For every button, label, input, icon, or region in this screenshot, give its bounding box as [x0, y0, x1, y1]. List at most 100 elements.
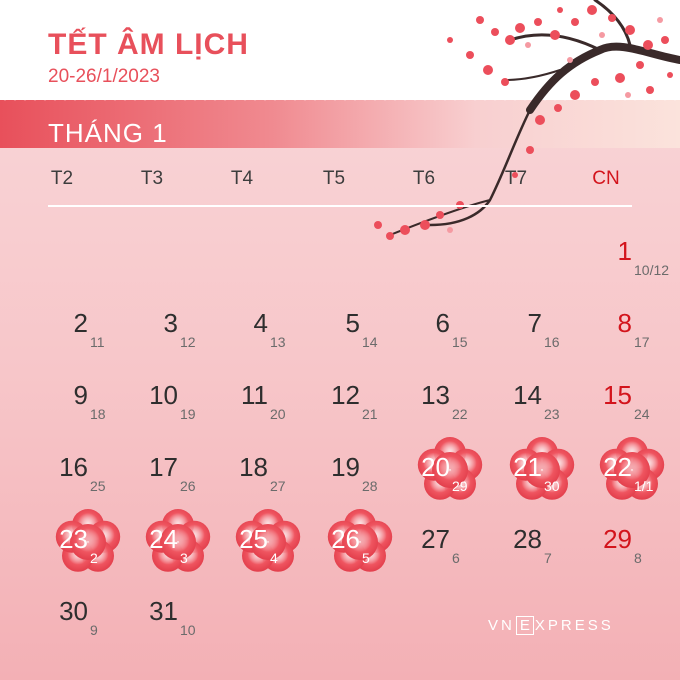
lunar-date: 30 [544, 478, 560, 494]
calendar-day-8: 8 17 [592, 308, 672, 368]
lunar-date: 28 [362, 478, 378, 494]
lunar-date: 5 [362, 550, 370, 566]
calendar-day-11: 11 20 [228, 380, 308, 440]
day-number: 13 [421, 380, 450, 410]
day-number: 14 [513, 380, 542, 410]
day-number: 31 [149, 596, 178, 626]
day-number: 6 [435, 308, 450, 338]
day-number: 1 [617, 236, 632, 266]
calendar-day-17: 17 26 [138, 452, 218, 512]
weekday-t2: T2 [50, 168, 74, 189]
lunar-date: 7 [544, 550, 552, 566]
calendar-day-13: 13 22 [410, 380, 490, 440]
page-subtitle: 20-26/1/2023 [48, 66, 160, 87]
day-number: 12 [331, 380, 360, 410]
day-number: 19 [331, 452, 360, 482]
calendar-day-10: 10 19 [138, 380, 218, 440]
day-number: 24 [149, 524, 178, 554]
day-number: 23 [59, 524, 88, 554]
lunar-date: 13 [270, 334, 286, 350]
day-number: 20 [421, 452, 450, 482]
day-number: 7 [527, 308, 542, 338]
lunar-date: 4 [270, 550, 278, 566]
day-number: 11 [241, 380, 268, 410]
lunar-date: 19 [180, 406, 196, 422]
lunar-date: 9 [90, 622, 98, 638]
weekday-t6: T6 [412, 168, 436, 189]
calendar-day-5: 5 14 [320, 308, 400, 368]
calendar-day-18: 18 27 [228, 452, 308, 512]
calendar-day-16: 16 25 [48, 452, 128, 512]
day-number: 8 [617, 308, 632, 338]
weekday-t7: T7 [504, 168, 528, 189]
header-divider [48, 205, 632, 207]
calendar-day-29: 29 8 [592, 524, 672, 584]
calendar-day-30: 30 9 [48, 596, 128, 656]
calendar-day-4: 4 13 [228, 308, 308, 368]
lunar-date: 24 [634, 406, 650, 422]
calendar-day-22: 22 1/1 [592, 437, 672, 512]
day-number: 5 [345, 308, 360, 338]
month-label: THÁNG 1 [48, 118, 168, 148]
calendar-day-20: 20 29 [410, 437, 490, 512]
calendar-day-26: 26 5 [320, 509, 400, 584]
calendar-day-24: 24 3 [138, 509, 218, 584]
day-number: 21 [513, 452, 542, 482]
calendar-day-15: 15 24 [592, 380, 672, 440]
lunar-date: 21 [362, 406, 378, 422]
weekday-cn: CN [592, 168, 620, 189]
day-number: 22 [603, 452, 632, 482]
calendar-day-27: 27 6 [410, 524, 490, 584]
lunar-date: 11 [90, 334, 105, 350]
day-number: 26 [331, 524, 360, 554]
day-number: 15 [603, 380, 632, 410]
lunar-date: 6 [452, 550, 460, 566]
calendar-day-23: 23 2 [48, 509, 128, 584]
lunar-date: 17 [634, 334, 650, 350]
day-number: 25 [239, 524, 268, 554]
lunar-date: 18 [90, 406, 106, 422]
lunar-date: 2 [90, 550, 98, 566]
calendar-day-6: 6 15 [410, 308, 490, 368]
calendar-day-28: 28 7 [502, 524, 582, 584]
lunar-date: 1/1 [634, 478, 654, 494]
day-number: 2 [73, 308, 88, 338]
lunar-date: 14 [362, 334, 378, 350]
day-number: 3 [163, 308, 178, 338]
day-number: 27 [421, 524, 450, 554]
weekday-t4: T4 [230, 168, 254, 189]
lunar-date: 22 [452, 406, 468, 422]
day-number: 10 [149, 380, 178, 410]
lunar-date: 10/12 [634, 262, 670, 278]
lunar-date: 25 [90, 478, 106, 494]
lunar-date: 26 [180, 478, 196, 494]
calendar-day-9: 9 18 [48, 380, 128, 440]
cherry-blossom-branch-icon [374, 0, 680, 240]
lunar-date: 8 [634, 550, 642, 566]
calendar-day-19: 19 28 [320, 452, 400, 512]
lunar-date: 10 [180, 622, 196, 638]
weekday-header-row: T2 T3 T4 T5 T6 T7 CN [0, 168, 680, 198]
day-number: 17 [149, 452, 178, 482]
calendar-day-12: 12 21 [320, 380, 400, 440]
day-number: 16 [59, 452, 88, 482]
day-number: 30 [59, 596, 88, 626]
lunar-date: 16 [544, 334, 560, 350]
calendar-infographic: TẾT ÂM LỊCH 20-26/1/2023 THÁNG 1 T2 T3 T… [0, 0, 680, 680]
day-number: 29 [603, 524, 632, 554]
lunar-date: 29 [452, 478, 468, 494]
weekday-t5: T5 [322, 168, 346, 189]
calendar-day-2: 2 11 [48, 308, 128, 368]
day-number: 28 [513, 524, 542, 554]
weekday-t3: T3 [140, 168, 164, 189]
calendar-day-21: 21 30 [502, 437, 582, 512]
vnexpress-logo: VN E XPRESS [488, 616, 614, 635]
lunar-date: 15 [452, 334, 468, 350]
lunar-date: 12 [180, 334, 196, 350]
calendar-day-3: 3 12 [138, 308, 218, 368]
lunar-date: 23 [544, 406, 560, 422]
day-number: 4 [253, 308, 268, 338]
lunar-date: 3 [180, 550, 188, 566]
lunar-date: 27 [270, 478, 286, 494]
calendar-day-31: 31 10 [138, 596, 218, 656]
